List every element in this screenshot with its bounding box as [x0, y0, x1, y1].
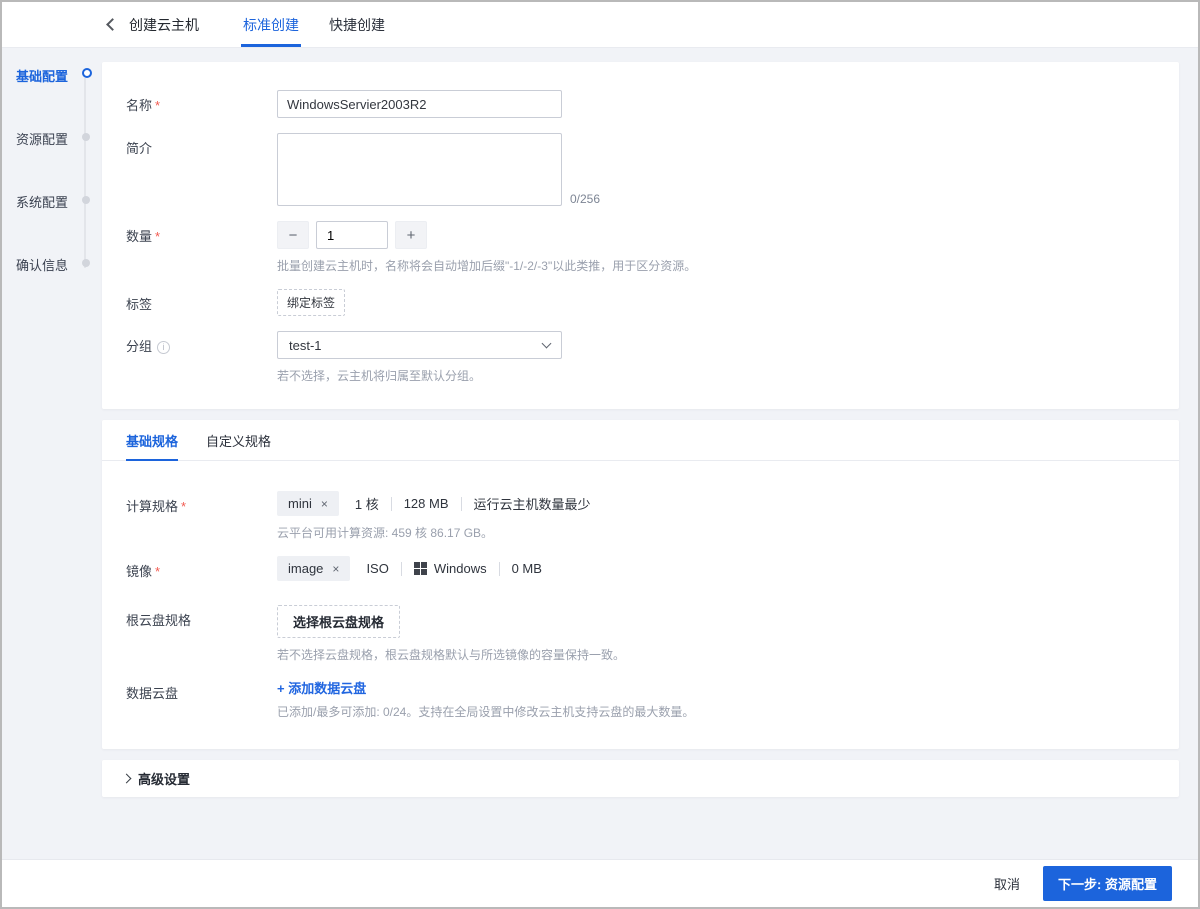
divider — [400, 561, 402, 576]
footer-bar: 取消 下一步: 资源配置 — [2, 859, 1198, 907]
required-mark: * — [155, 229, 161, 244]
tag-label: 标签 — [126, 297, 153, 312]
tab-custom-spec-label: 自定义规格 — [206, 433, 272, 449]
required-mark: * — [155, 98, 161, 113]
tab-custom-spec[interactable]: 自定义规格 — [206, 420, 271, 460]
plus-button[interactable]: + — [395, 221, 427, 249]
select-root-disk-button[interactable]: 选择根云盘规格 — [277, 605, 401, 638]
bind-tag-button[interactable]: 绑定标签 — [277, 289, 346, 316]
image-size-value: 0 MB — [511, 561, 542, 576]
count-label: 数量 * — [126, 229, 161, 244]
step-label: 基础配置 — [16, 69, 69, 84]
main-content: 名称* 简介 0/256 数量* − + 批量创建 — [102, 62, 1179, 797]
step-label: 确认信息 — [16, 258, 69, 273]
name-row: 名称 * — [126, 90, 1155, 118]
description-row: 简介 0/256 — [126, 133, 1155, 206]
advanced-settings-toggle[interactable]: 高级设置 — [102, 760, 1179, 797]
image-tag-label: image — [288, 561, 324, 576]
step-dot-active-icon — [82, 68, 92, 78]
tab-standard-create-label: 标准创建 — [243, 16, 299, 33]
step-label: 资源配置 — [16, 132, 69, 147]
group-select-value: test-1 — [289, 337, 322, 353]
step-system-config[interactable]: 系统配置 — [16, 192, 90, 255]
step-label: 系统配置 — [16, 195, 69, 210]
step-indicator: 基础配置 资源配置 系统配置 确认信息 — [16, 66, 92, 318]
tab-basic-spec[interactable]: 基础规格 — [126, 420, 179, 461]
group-label: 分组 i — [126, 331, 277, 384]
compute-spec-tag-label: mini — [288, 496, 312, 511]
step-basic-config[interactable]: 基础配置 — [16, 66, 92, 129]
group-select[interactable]: test-1 — [277, 331, 562, 359]
data-disk-help-text: 已添加/最多可添加: 0/24。支持在全局设置中修改云主机支持云盘的最大数量。 — [277, 705, 695, 719]
tab-basic-spec-label: 基础规格 — [126, 433, 179, 449]
info-icon[interactable]: i — [157, 340, 171, 354]
group-row: 分组 i test-1 若不选择，云主机将归属至默认分组。 — [126, 331, 1155, 384]
spec-tabs: 基础规格 自定义规格 — [102, 420, 1179, 461]
char-counter: 0/256 — [570, 192, 601, 206]
tag-row: 标签 绑定标签 — [126, 289, 1155, 316]
back-icon[interactable] — [106, 18, 119, 31]
next-step-button[interactable]: 下一步: 资源配置 — [1043, 866, 1172, 901]
required-mark: * — [155, 564, 161, 579]
compute-help-text: 云平台可用计算资源: 459 核 86.17 GB。 — [277, 526, 494, 540]
tab-quick-create[interactable]: 快捷创建 — [329, 2, 385, 47]
compute-spec-tag: mini × — [277, 491, 339, 516]
advanced-settings-label: 高级设置 — [138, 772, 191, 787]
image-tag: image × — [277, 556, 351, 581]
step-resource-config[interactable]: 资源配置 — [16, 129, 90, 192]
strategy-value: 运行云主机数量最少 — [473, 497, 591, 512]
basic-config-card: 名称* 简介 0/256 数量* − + 批量创建 — [102, 62, 1179, 409]
name-label: 名称 * — [126, 98, 161, 113]
compute-spec-row: 计算规格 * mini × 1 核 128 MB 运行云主机数量最少 云平台可用… — [126, 491, 1155, 541]
root-disk-row: 根云盘规格 选择根云盘规格 若不选择云盘规格，根云盘规格默认与所选镜像的容量保持… — [126, 605, 1155, 663]
image-type-value: ISO — [366, 561, 389, 576]
group-help-text: 若不选择，云主机将归属至默认分组。 — [277, 369, 482, 383]
count-help-text: 批量创建云主机时，名称将会自动增加后缀"-1/-2/-3"以此类推，用于区分资源… — [277, 259, 697, 273]
description-textarea[interactable] — [277, 133, 562, 206]
image-label: 镜像 * — [126, 564, 161, 579]
name-input[interactable] — [277, 90, 562, 118]
remove-tag-icon[interactable]: × — [321, 497, 328, 511]
step-dot-icon — [82, 259, 90, 267]
quantity-input[interactable] — [316, 221, 388, 249]
page-header: 创建云主机 标准创建 快捷创建 — [2, 2, 1198, 48]
divider — [460, 496, 462, 511]
root-disk-help-text: 若不选择云盘规格，根云盘规格默认与所选镜像的容量保持一致。 — [277, 648, 626, 662]
data-disk-label: 数据云盘 — [126, 686, 179, 701]
root-disk-label: 根云盘规格 — [126, 613, 192, 628]
tab-standard-create[interactable]: 标准创建 — [241, 2, 301, 47]
divider — [498, 561, 500, 576]
remove-tag-icon[interactable]: × — [332, 562, 339, 576]
step-dot-icon — [82, 196, 90, 204]
chevron-right-icon — [121, 773, 132, 784]
cancel-button[interactable]: 取消 — [994, 874, 1020, 893]
count-row: 数量* − + 批量创建云主机时，名称将会自动增加后缀"-1/-2/-3"以此类… — [126, 221, 1155, 274]
memory-value: 128 MB — [403, 496, 449, 511]
windows-icon — [413, 562, 427, 575]
required-mark: * — [181, 499, 187, 514]
page-title: 创建云主机 — [129, 16, 199, 33]
cpu-value: 1 核 — [354, 497, 379, 512]
data-disk-row: 数据云盘 + 添加数据云盘 已添加/最多可添加: 0/24。支持在全局设置中修改… — [126, 678, 1155, 720]
divider — [390, 496, 392, 511]
step-confirm-info[interactable]: 确认信息 — [16, 255, 90, 318]
image-os-value: Windows — [413, 561, 487, 576]
compute-spec-details: 1 核 128 MB 运行云主机数量最少 — [355, 494, 591, 513]
compute-spec-label: 计算规格 * — [126, 499, 187, 514]
spec-config-card: 基础规格 自定义规格 计算规格 * mini × 1 核 128 MB 运行云主… — [102, 420, 1179, 749]
chevron-down-icon — [541, 338, 552, 349]
image-spec-details: ISO Windows 0 MB — [366, 561, 542, 576]
header-tabs: 标准创建 快捷创建 — [241, 2, 415, 47]
step-dot-icon — [82, 133, 90, 141]
minus-button[interactable]: − — [277, 221, 309, 249]
description-label: 简介 — [126, 141, 153, 156]
tab-quick-create-label: 快捷创建 — [329, 16, 385, 33]
image-row: 镜像 * image × ISO Windows 0 MB — [126, 556, 1155, 581]
quantity-stepper: − + — [277, 221, 1155, 249]
add-data-disk-link[interactable]: + 添加数据云盘 — [277, 681, 366, 696]
